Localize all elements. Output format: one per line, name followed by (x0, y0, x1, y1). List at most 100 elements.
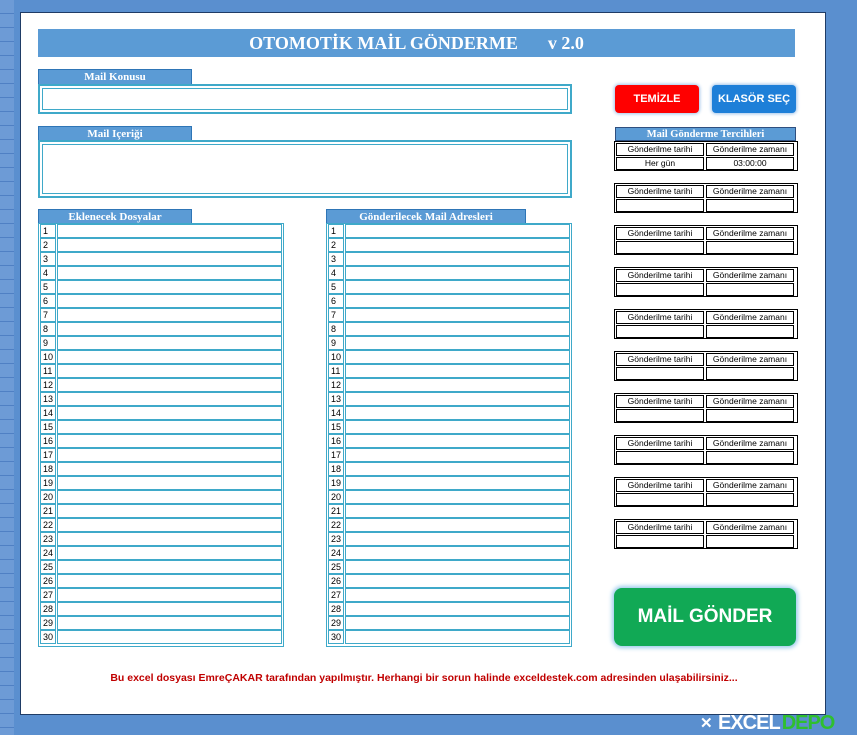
row-number: 9 (40, 336, 56, 350)
row-input-cell[interactable] (345, 448, 570, 462)
row-input-cell[interactable] (57, 378, 282, 392)
schedule-date-value[interactable] (616, 283, 704, 296)
row-input-cell[interactable] (345, 462, 570, 476)
schedule-time-value[interactable] (706, 409, 794, 422)
schedule-date-header: Gönderilme tarihi (616, 521, 704, 534)
row-input-cell[interactable] (345, 406, 570, 420)
row-input-cell[interactable] (57, 490, 282, 504)
row-input-cell[interactable] (57, 336, 282, 350)
schedule-time-value[interactable] (706, 493, 794, 506)
schedule-date-value[interactable] (616, 325, 704, 338)
row-input-cell[interactable] (57, 406, 282, 420)
row-input-cell[interactable] (345, 476, 570, 490)
row-input-cell[interactable] (57, 392, 282, 406)
row-input-cell[interactable] (57, 350, 282, 364)
list-row: 30 (39, 630, 283, 644)
row-input-cell[interactable] (345, 434, 570, 448)
schedule-date-value[interactable] (616, 241, 704, 254)
row-input-cell[interactable] (345, 308, 570, 322)
clear-button[interactable]: TEMİZLE (615, 85, 699, 113)
row-input-cell[interactable] (345, 588, 570, 602)
schedule-time-header: Gönderilme zamanı (706, 311, 794, 324)
row-input-cell[interactable] (345, 630, 570, 644)
row-input-cell[interactable] (345, 490, 570, 504)
row-input-cell[interactable] (57, 630, 282, 644)
row-input-cell[interactable] (345, 252, 570, 266)
schedule-date-value[interactable] (616, 535, 704, 548)
row-input-cell[interactable] (345, 546, 570, 560)
row-input-cell[interactable] (345, 238, 570, 252)
row-input-cell[interactable] (345, 378, 570, 392)
row-input-cell[interactable] (57, 448, 282, 462)
row-input-cell[interactable] (345, 504, 570, 518)
row-input-cell[interactable] (57, 434, 282, 448)
schedule-block: Gönderilme tarihi Gönderilme zamanı (614, 225, 798, 255)
schedule-time-value[interactable] (706, 283, 794, 296)
row-input-cell[interactable] (57, 322, 282, 336)
row-input-cell[interactable] (345, 336, 570, 350)
schedule-time-value[interactable] (706, 535, 794, 548)
row-input-cell[interactable] (345, 224, 570, 238)
schedule-time-value[interactable] (706, 367, 794, 380)
row-input-cell[interactable] (57, 238, 282, 252)
row-input-cell[interactable] (345, 392, 570, 406)
row-input-cell[interactable] (57, 224, 282, 238)
schedule-date-value[interactable] (616, 367, 704, 380)
row-input-cell[interactable] (57, 280, 282, 294)
row-number: 16 (328, 434, 344, 448)
row-input-cell[interactable] (345, 350, 570, 364)
row-input-cell[interactable] (57, 266, 282, 280)
row-input-cell[interactable] (345, 560, 570, 574)
select-folder-button[interactable]: KLASÖR SEÇ (712, 85, 796, 113)
list-row: 8 (39, 322, 283, 336)
schedule-date-value[interactable]: Her gün (616, 157, 704, 170)
row-input-cell[interactable] (345, 420, 570, 434)
list-row: 20 (39, 490, 283, 504)
schedule-time-value[interactable] (706, 199, 794, 212)
row-input-cell[interactable] (345, 532, 570, 546)
mail-subject-field[interactable] (38, 84, 572, 114)
row-input-cell[interactable] (57, 518, 282, 532)
row-input-cell[interactable] (345, 574, 570, 588)
row-input-cell[interactable] (57, 504, 282, 518)
send-mail-button[interactable]: MAİL GÖNDER (614, 588, 796, 646)
row-input-cell[interactable] (345, 602, 570, 616)
list-row: 29 (39, 616, 283, 630)
list-row: 23 (327, 532, 571, 546)
row-number: 29 (328, 616, 344, 630)
row-input-cell[interactable] (345, 280, 570, 294)
row-input-cell[interactable] (345, 518, 570, 532)
row-input-cell[interactable] (57, 420, 282, 434)
list-row: 7 (39, 308, 283, 322)
schedule-date-value[interactable] (616, 493, 704, 506)
row-input-cell[interactable] (57, 252, 282, 266)
row-input-cell[interactable] (345, 294, 570, 308)
schedule-time-value[interactable] (706, 325, 794, 338)
schedule-date-value[interactable] (616, 451, 704, 464)
row-input-cell[interactable] (57, 476, 282, 490)
row-input-cell[interactable] (57, 560, 282, 574)
schedule-time-value[interactable] (706, 241, 794, 254)
mail-body-field[interactable] (38, 140, 572, 198)
schedule-date-value[interactable] (616, 199, 704, 212)
row-input-cell[interactable] (57, 546, 282, 560)
row-input-cell[interactable] (57, 308, 282, 322)
row-input-cell[interactable] (345, 266, 570, 280)
schedule-time-value[interactable] (706, 451, 794, 464)
row-input-cell[interactable] (345, 322, 570, 336)
list-row: 12 (327, 378, 571, 392)
row-input-cell[interactable] (57, 616, 282, 630)
row-input-cell[interactable] (57, 364, 282, 378)
row-input-cell[interactable] (345, 364, 570, 378)
schedule-time-value[interactable]: 03:00:00 (706, 157, 794, 170)
row-input-cell[interactable] (345, 616, 570, 630)
row-input-cell[interactable] (57, 462, 282, 476)
row-number: 21 (328, 504, 344, 518)
row-input-cell[interactable] (57, 294, 282, 308)
row-input-cell[interactable] (57, 574, 282, 588)
row-input-cell[interactable] (57, 532, 282, 546)
list-row: 21 (327, 504, 571, 518)
schedule-date-value[interactable] (616, 409, 704, 422)
row-input-cell[interactable] (57, 602, 282, 616)
row-input-cell[interactable] (57, 588, 282, 602)
